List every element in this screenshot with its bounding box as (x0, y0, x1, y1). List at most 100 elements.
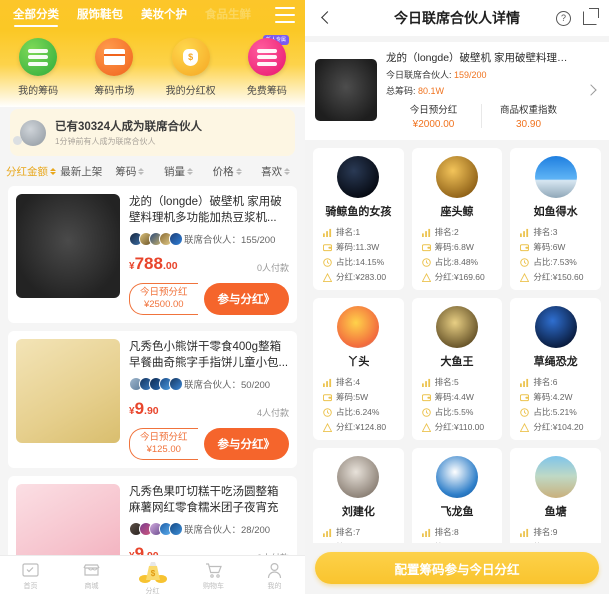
join-dividend-button[interactable]: 参与分红》 (203, 428, 289, 460)
metric-chips-text: 筹码:5W (336, 392, 369, 402)
quick-entry-my-chips[interactable]: 我的筹码 (0, 38, 76, 97)
price-integer: 788 (134, 254, 163, 273)
configure-chips-cta-button[interactable]: 配置筹码参与今日分红 (315, 552, 599, 584)
quick-entry-label-0: 我的筹码 (18, 86, 59, 97)
topnav-item-1[interactable]: 服饰鞋包 (68, 0, 132, 30)
partner-value: 155/200 (241, 235, 276, 246)
tab-cart[interactable]: 购物车 (183, 561, 244, 591)
filter-sales[interactable]: 销量 (155, 164, 202, 179)
today-predicted-dividend-button[interactable]: 今日预分红 ¥125.00 (129, 428, 198, 460)
metric-bonus: 分红:¥169.60 (418, 271, 497, 283)
sort-arrows-icon (235, 168, 242, 175)
avatar-stack (129, 232, 183, 246)
partner-card[interactable]: 刘建化 排名:7 筹码:4.1W 占比:5.11% 分红:¥102.20 (313, 448, 404, 543)
topnav-label-1: 服饰鞋包 (77, 9, 123, 21)
chevron-left-icon[interactable] (317, 9, 335, 27)
wallet-icon (422, 543, 431, 544)
metric-chips-text: 筹码:3.1W (533, 541, 572, 543)
bar-chart-icon (323, 228, 332, 237)
product-title: 龙的（longde）破壁机 家用破壁料理机多功... (386, 52, 576, 64)
product-title: 凡秀色小熊饼干零食400g整箱早餐曲奇熊字手指饼儿童小包... (129, 341, 289, 369)
wallet-icon (323, 243, 332, 251)
stat-key-1: 商品权重指数 (499, 105, 557, 116)
hamburger-icon[interactable] (275, 7, 295, 23)
partner-card[interactable]: 草绳恐龙 排名:6 筹码:4.2W 占比:5.21% 分红:¥104.20 (510, 298, 601, 440)
metric-bonus: 分红:¥150.60 (516, 271, 595, 283)
filter-price[interactable]: 价格 (204, 164, 251, 179)
filter-chips[interactable]: 筹码 (107, 164, 154, 179)
today-partner-label: 今日联席合伙人: (386, 70, 455, 80)
partner-count-banner[interactable]: 已有30324人成为联席合伙人 1分钟前有人成为联席合伙人 (10, 109, 295, 156)
bar-chart-icon (520, 378, 529, 387)
question-circle-icon[interactable]: ? (556, 10, 571, 26)
clock-icon (421, 407, 431, 417)
share-icon[interactable] (583, 8, 599, 25)
quick-entry-chip-market[interactable]: 筹码市场 (76, 38, 152, 97)
partner-avatars-row: 联席合伙人：155/200 (129, 232, 289, 246)
filter-likes[interactable]: 喜欢 (252, 164, 299, 179)
money-bag-icon: $ (138, 558, 168, 584)
join-dividend-button[interactable]: 参与分红》 (203, 283, 289, 315)
quick-entry-label-3: 免费筹码 (246, 86, 287, 97)
partner-name: 鱼塘 (544, 506, 567, 518)
metric-chips-text: 筹码:3.2W (435, 541, 474, 543)
product-card[interactable]: 龙的（longde）破壁机 家用破壁料理机多功能加热豆浆机... 联席合伙人：1… (8, 186, 297, 323)
metric-bonus: 分红:¥110.00 (418, 421, 497, 433)
metric-share: 占比:6.24% (319, 406, 398, 418)
partner-card[interactable]: 丫头 排名:4 筹码:5W 占比:6.24% 分红:¥124.80 (313, 298, 404, 440)
tab-home[interactable]: 首页 (0, 561, 61, 591)
partner-card[interactable]: 飞龙鱼 排名:8 筹码:3.2W 占比:3.97% 分红:¥79.40 (411, 448, 503, 544)
filter-dividend-amount[interactable]: 分红金额 (6, 164, 56, 179)
tab-dividend[interactable]: $ 分红 (122, 561, 183, 594)
quick-entry-free-chips[interactable]: 新人专属 免费筹码 (229, 35, 305, 97)
partner-card[interactable]: 鱼塘 排名:9 筹码:3.1W 占比:3.85% 分红:¥77.00 (510, 448, 601, 543)
avatar (534, 156, 577, 198)
topnav-item-0[interactable]: 全部分类 (4, 0, 68, 30)
metric-rank: 排名:6 (516, 376, 595, 388)
partner-name: 骑鲸鱼的女孩 (325, 206, 392, 218)
partner-card[interactable]: 如鱼得水 排名:3 筹码:6W 占比:7.53% 分红:¥150.60 (510, 148, 601, 290)
metric-share: 占比:5.5% (418, 406, 497, 418)
avatar (435, 156, 478, 198)
topnav-label-0: 全部分类 (13, 9, 59, 21)
metric-chips: 筹码:4.4W (418, 391, 497, 403)
bar-chart-icon (421, 528, 430, 537)
topnav-item-3[interactable]: 食品生鲜 (196, 0, 260, 30)
metric-rank: 排名:7 (319, 526, 398, 538)
quick-entry-my-dividend[interactable]: $ 我的分红权 (153, 38, 229, 97)
partner-card[interactable]: 骑鲸鱼的女孩 排名:1 筹码:11.3W 占比:14.15% 分红:¥283.0… (313, 148, 404, 290)
today-predicted-dividend-button[interactable]: 今日预分红 ¥2500.00 (129, 283, 198, 315)
tab-profile[interactable]: 我的 (244, 561, 305, 591)
coins-icon (19, 38, 58, 76)
product-summary-card[interactable]: 龙的（longde）破壁机 家用破壁料理机多功... 今日联席合伙人: 159/… (305, 42, 609, 140)
product-card[interactable]: 凡秀色小熊饼干零食400g整箱早餐曲奇熊字手指饼儿童小包... 联席合伙人：50… (8, 331, 297, 468)
metric-bonus: 分红:¥283.00 (319, 271, 398, 283)
product-price: ¥788.00 (129, 254, 178, 274)
partner-grid: 骑鲸鱼的女孩 排名:1 筹码:11.3W 占比:14.15% 分红:¥283.0… (305, 140, 609, 543)
bar-chart-icon (421, 378, 430, 387)
stat-value-0: ¥2000.00 (412, 119, 455, 130)
metric-bonus-text: 分红:¥283.00 (336, 272, 387, 282)
price-row: ¥9.90 4人付款 (129, 399, 289, 419)
metric-rank: 排名:8 (418, 526, 497, 538)
product-price: ¥9.90 (129, 399, 159, 419)
partner-card[interactable]: 大鱼王 排名:5 筹码:4.4W 占比:5.5% 分红:¥110.00 (411, 298, 503, 440)
wallet-icon (520, 543, 529, 544)
tab-label-cart: 购物车 (203, 583, 224, 590)
tab-store[interactable]: 商城 (61, 561, 122, 591)
category-topnav: 全部分类 服饰鞋包 美妆个护 食品生鲜 (0, 0, 305, 30)
price-integer: 9 (134, 399, 145, 418)
filter-newest[interactable]: 最新上架 (58, 164, 105, 179)
total-chips-line: 总筹码: 80.1W (386, 84, 576, 97)
topnav-item-2[interactable]: 美妆个护 (132, 0, 196, 30)
product-title: 凡秀色果叮切糕干吃汤圆整箱麻薯网红零食糯米团子夜宵充饥... (129, 486, 279, 514)
wallet-icon (323, 393, 332, 401)
partner-count: 联席合伙人：50/200 (184, 377, 270, 391)
partner-card[interactable]: 座头鲸 排名:2 筹码:6.8W 占比:8.48% 分红:¥169.60 (411, 148, 503, 290)
bar-chart-icon (323, 528, 332, 537)
metric-bonus: 分红:¥124.80 (319, 421, 398, 433)
sort-arrows-icon (50, 168, 56, 175)
trend-up-icon (520, 422, 530, 432)
price-row: ¥788.00 0人付款 (129, 254, 289, 274)
partner-name: 丫头 (347, 356, 370, 368)
